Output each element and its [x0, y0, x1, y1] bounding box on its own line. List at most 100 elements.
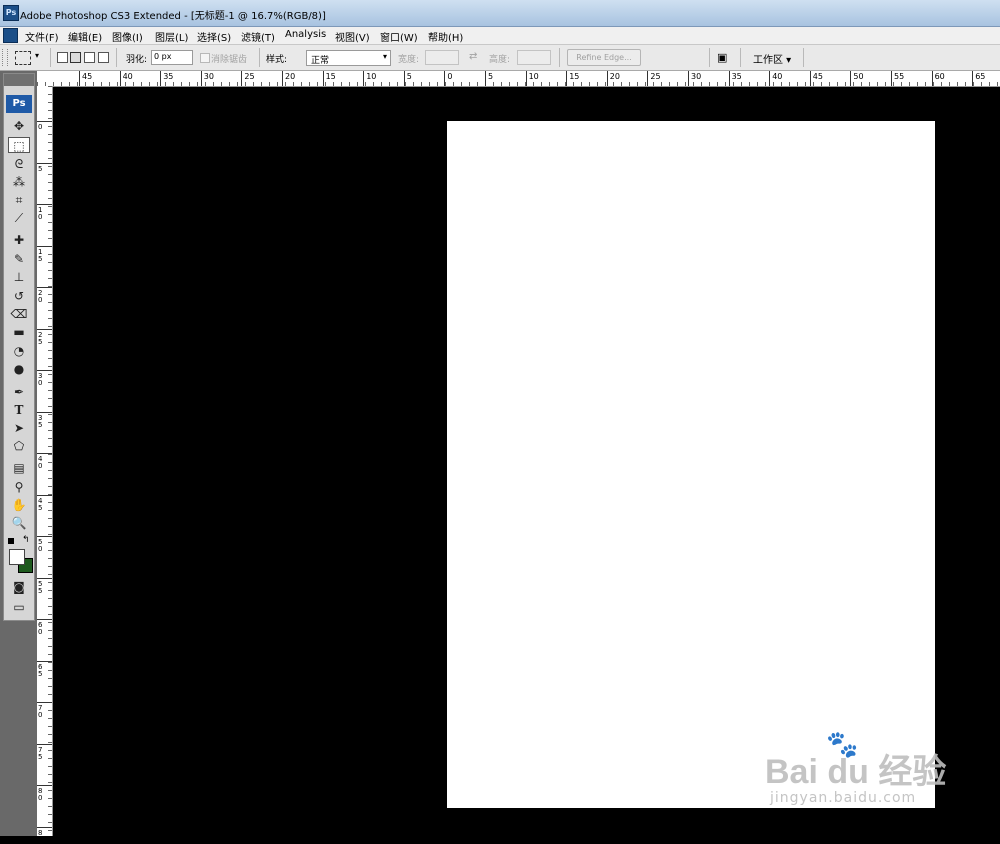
- antialias-checkbox[interactable]: [200, 53, 210, 63]
- window-title: Adobe Photoshop CS3 Extended - [无标题-1 @ …: [20, 11, 326, 22]
- ruler-major-tick: [37, 287, 52, 288]
- screen-mode-icon[interactable]: ▭: [8, 599, 30, 615]
- document-icon[interactable]: [3, 28, 18, 43]
- options-bar-grip[interactable]: [2, 49, 8, 66]
- pen-tool-icon[interactable]: ✒: [8, 384, 30, 400]
- eraser-tool-icon[interactable]: ⌫: [8, 306, 30, 322]
- eyedropper-tool-icon[interactable]: ⚲: [8, 479, 30, 495]
- menu-bar: 文件(F) 编辑(E) 图像(I) 图层(L) 选择(S) 滤镜(T) Anal…: [0, 27, 1000, 45]
- rect-marquee-preset-icon[interactable]: [15, 51, 31, 65]
- history-brush-tool-icon[interactable]: ↺: [8, 288, 30, 304]
- move-tool-icon[interactable]: ✥: [8, 118, 30, 134]
- dodge-tool-icon[interactable]: ●: [8, 361, 30, 377]
- gradient-tool-icon[interactable]: ▬: [8, 324, 30, 340]
- menu-window[interactable]: 窗口(W): [380, 29, 418, 44]
- horizontal-ruler[interactable]: 45 40 35 30 25 20 15 10 5 0 5 10 15 20 25 30 35 40 45 50 55 6…: [37, 71, 1000, 87]
- style-select-value: 正常: [311, 56, 330, 66]
- default-colors-icon[interactable]: [8, 538, 14, 544]
- ruler-label: 7 0: [38, 704, 43, 719]
- menu-image[interactable]: 图像(I): [112, 29, 143, 44]
- style-label: 样式:: [266, 55, 288, 65]
- ruler-label: 3 5: [38, 413, 43, 429]
- menu-help[interactable]: 帮助(H): [428, 29, 463, 44]
- marquee-tool-icon[interactable]: ⬚: [8, 137, 30, 153]
- ruler-major-tick: [37, 577, 52, 579]
- photoshop-logo[interactable]: Ps: [6, 95, 32, 113]
- menu-select[interactable]: 选择(S): [197, 29, 231, 44]
- vertical-ruler[interactable]: 0 5 1 0 1 5 2 0 2 5 3 0 3 5 4 0 4 5 5 0 5 5 6 0 6 5 7 …: [37, 86, 53, 843]
- brush-tool-icon[interactable]: ✎: [8, 251, 30, 267]
- document-canvas[interactable]: [447, 121, 935, 808]
- zoom-tool-icon[interactable]: 🔍: [8, 515, 30, 531]
- ruler-major-tick: [891, 71, 892, 86]
- menu-filter[interactable]: 滤镜(T): [241, 29, 275, 44]
- ruler-major-tick: [37, 453, 52, 454]
- path-selection-tool-icon[interactable]: ➤: [8, 420, 30, 436]
- ruler-major-tick: [485, 71, 486, 86]
- ruler-major-tick: [37, 660, 52, 662]
- intersect-selection-icon[interactable]: [98, 52, 109, 63]
- type-tool-icon[interactable]: T: [8, 402, 30, 418]
- feather-input[interactable]: 0 px: [151, 50, 193, 65]
- swap-dimensions-icon[interactable]: ⇄: [469, 51, 477, 62]
- notes-tool-icon[interactable]: ▤: [8, 460, 30, 476]
- swap-colors-icon[interactable]: ↰: [22, 535, 30, 545]
- separator: [803, 48, 804, 67]
- ruler-major-tick: [37, 702, 52, 703]
- ruler-major-tick: [241, 71, 243, 86]
- ruler-label: 8 0: [38, 787, 43, 802]
- healing-brush-tool-icon[interactable]: ✚: [8, 232, 30, 248]
- width-input[interactable]: [425, 50, 459, 65]
- new-selection-icon[interactable]: [57, 52, 68, 63]
- separator: [559, 48, 560, 67]
- subtract-selection-icon[interactable]: [84, 52, 95, 63]
- ruler-label: 0: [447, 72, 453, 81]
- workspace-button[interactable]: 工作区 ▾: [753, 51, 791, 66]
- ruler-major-tick: [566, 71, 568, 86]
- ruler-label: 5: [406, 72, 412, 81]
- ruler-major-tick: [809, 71, 811, 86]
- ruler-label: 6 5: [38, 662, 43, 678]
- ruler-major-tick: [728, 71, 730, 86]
- antialias-label: 消除锯齿: [211, 55, 248, 65]
- ruler-label: 6 0: [38, 621, 43, 636]
- toolbox-header[interactable]: [4, 74, 34, 86]
- ruler-label: 4 0: [38, 455, 43, 470]
- ruler-label: 15: [325, 72, 336, 81]
- clone-stamp-tool-icon[interactable]: ⊥: [8, 269, 30, 285]
- add-to-selection-icon[interactable]: [70, 52, 81, 63]
- file-browser-icon[interactable]: ▣: [717, 51, 727, 64]
- watermark-url: jingyan.baidu.com: [770, 790, 917, 806]
- height-input[interactable]: [517, 50, 551, 65]
- menu-file[interactable]: 文件(F): [25, 29, 59, 44]
- shape-tool-icon[interactable]: ⬠: [8, 438, 30, 454]
- hand-tool-icon[interactable]: ✋: [8, 497, 30, 513]
- preset-dropdown-icon[interactable]: ▾: [35, 51, 39, 60]
- menu-view[interactable]: 视图(V): [335, 29, 370, 44]
- ruler-label: 5 0: [38, 538, 43, 553]
- ruler-major-tick: [647, 71, 649, 86]
- menu-edit[interactable]: 编辑(E): [68, 29, 102, 44]
- foreground-color-swatch[interactable]: [9, 549, 25, 565]
- crop-tool-icon[interactable]: ⌗: [8, 192, 30, 208]
- separator: [740, 48, 741, 67]
- refine-edge-button[interactable]: Refine Edge...: [567, 49, 641, 66]
- ruler-major-tick: [37, 785, 52, 786]
- magic-wand-tool-icon[interactable]: ⁂: [8, 174, 30, 190]
- ruler-label: 8 5: [38, 828, 43, 844]
- ruler-label: 7 5: [38, 745, 43, 761]
- slice-tool-icon[interactable]: ⟋: [8, 210, 30, 226]
- ruler-label: 25: [650, 72, 661, 81]
- ruler-label: 1 0: [38, 206, 43, 221]
- style-select[interactable]: 正常 ▾: [306, 50, 391, 66]
- ruler-major-tick: [444, 71, 446, 86]
- ruler-label: 45: [82, 72, 93, 81]
- ruler-label: 15: [569, 72, 580, 81]
- blur-tool-icon[interactable]: ◔: [8, 343, 30, 359]
- menu-layer[interactable]: 图层(L): [155, 29, 188, 44]
- lasso-tool-icon[interactable]: ᘓ: [8, 156, 30, 172]
- width-label: 宽度:: [398, 55, 420, 65]
- ruler-label: 35: [163, 72, 174, 81]
- menu-analysis[interactable]: Analysis: [285, 29, 326, 40]
- quick-mask-icon[interactable]: ◙: [8, 579, 30, 595]
